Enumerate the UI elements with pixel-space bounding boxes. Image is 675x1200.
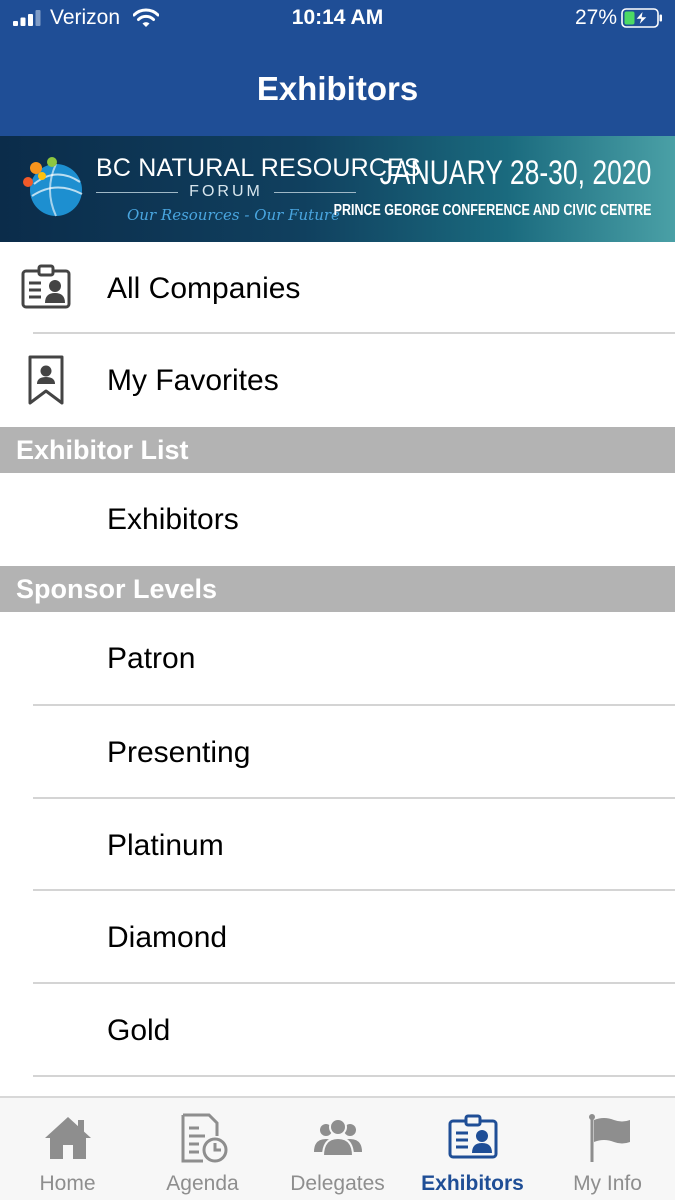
banner-event-dates: JANUARY 28-30, 2020 — [379, 154, 651, 192]
banner-tagline: Our Resources - Our Future — [127, 206, 340, 224]
exhibitors-row[interactable]: Exhibitors — [0, 473, 675, 566]
banner-organization-name: BC NATURAL RESOURCES — [96, 154, 421, 182]
section-header-exhibitor-list: Exhibitor List — [0, 427, 675, 473]
company-badge-icon — [21, 264, 71, 309]
sponsor-level-row-presenting[interactable]: Presenting — [0, 706, 675, 799]
tab-my-info[interactable]: My Info — [540, 1098, 675, 1200]
sponsor-level-label: Gold — [107, 1014, 171, 1047]
all-companies-label: All Companies — [107, 272, 301, 305]
section-title: Sponsor Levels — [16, 574, 218, 604]
home-icon — [45, 1117, 91, 1159]
status-bar: Verizon 10:14 AM 27% — [0, 0, 675, 38]
sponsor-level-row-platinum[interactable]: Platinum — [0, 799, 675, 892]
tab-label: Delegates — [290, 1172, 385, 1195]
sponsor-level-row-diamond[interactable]: Diamond — [0, 891, 675, 984]
row-divider — [33, 1075, 675, 1077]
battery-charging-icon — [621, 8, 662, 28]
tab-agenda[interactable]: Agenda — [135, 1098, 270, 1200]
all-companies-row[interactable]: All Companies — [0, 242, 675, 335]
flag-icon — [589, 1114, 630, 1162]
sponsor-level-row-patron[interactable]: Patron — [0, 612, 675, 705]
status-time: 10:14 AM — [291, 6, 384, 29]
exhibitors-label: Exhibitors — [107, 503, 239, 536]
battery-percentage: 27% — [574, 6, 617, 29]
exhibitors-icon — [448, 1114, 498, 1159]
my-favorites-label: My Favorites — [107, 364, 279, 397]
tab-bar: Home Agenda Delegates Exhibitors My Info — [0, 1096, 675, 1200]
section-header-sponsor-levels: Sponsor Levels — [0, 566, 675, 612]
sponsor-level-label: Presenting — [107, 736, 251, 769]
tab-label: My Info — [573, 1172, 642, 1195]
tab-exhibitors[interactable]: Exhibitors — [405, 1098, 540, 1200]
my-favorites-row[interactable]: My Favorites — [0, 334, 675, 427]
banner-forum-label: FORUM — [189, 183, 263, 200]
tab-home[interactable]: Home — [0, 1098, 135, 1200]
event-banner: BC NATURAL RESOURCES FORUM Our Resources… — [0, 136, 675, 242]
tab-label: Exhibitors — [421, 1172, 524, 1195]
agenda-icon — [181, 1113, 228, 1163]
tab-label: Home — [39, 1172, 96, 1195]
forum-logo-icon — [23, 157, 83, 217]
sponsor-level-label: Diamond — [107, 921, 228, 954]
bookmark-person-icon — [28, 355, 64, 405]
section-title: Exhibitor List — [16, 435, 189, 465]
delegates-icon — [314, 1118, 362, 1157]
sponsor-level-label: Patron — [107, 642, 196, 675]
sponsor-level-row-gold[interactable]: Gold — [0, 984, 675, 1077]
top-bar: Verizon 10:14 AM 27% Exhibitors — [0, 0, 675, 136]
sponsor-level-label: Platinum — [107, 829, 224, 862]
tab-label: Agenda — [166, 1172, 239, 1195]
page-title: Exhibitors — [256, 70, 419, 107]
banner-event-venue: PRINCE GEORGE CONFERENCE AND CIVIC CENTR… — [333, 202, 651, 219]
tab-delegates[interactable]: Delegates — [270, 1098, 405, 1200]
